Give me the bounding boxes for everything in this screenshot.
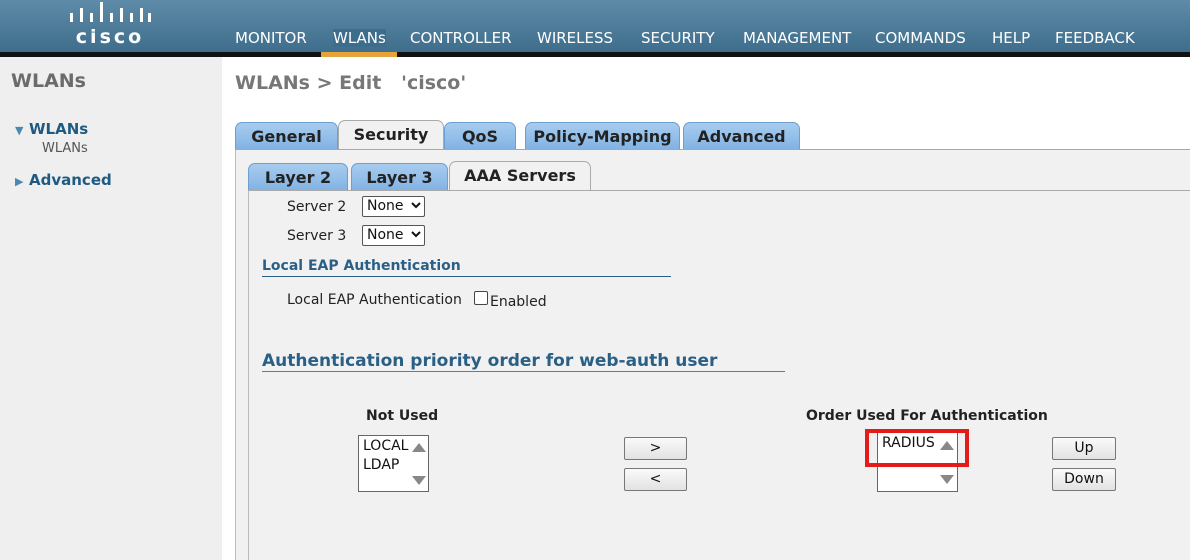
- not-used-listbox[interactable]: LOCAL LDAP: [358, 435, 429, 492]
- local-eap-rule: [262, 276, 671, 277]
- move-right-button[interactable]: >: [624, 437, 687, 460]
- not-used-option[interactable]: LOCAL: [363, 438, 408, 454]
- tab-qos[interactable]: QoS: [444, 122, 516, 151]
- cisco-logo-text: cisco: [75, 26, 145, 48]
- server3-select[interactable]: None: [362, 225, 425, 246]
- sidebar-item-wlans[interactable]: ▼ WLANs: [15, 120, 88, 138]
- collapsed-triangle-icon: ▶: [15, 175, 24, 188]
- scroll-up-icon[interactable]: [412, 443, 426, 452]
- nav-feedback[interactable]: FEEDBACK: [1055, 29, 1135, 47]
- local-eap-label: Local EAP Authentication: [287, 292, 462, 308]
- highlight-box: [865, 429, 969, 467]
- sidebar-item-advanced[interactable]: ▶ Advanced: [15, 171, 112, 189]
- sidebar-item-label: WLANs: [29, 120, 89, 138]
- cisco-logo: cisco: [64, 2, 156, 50]
- server3-value: None: [367, 227, 404, 243]
- nav-help[interactable]: HELP: [992, 29, 1030, 47]
- scroll-down-icon[interactable]: [940, 475, 954, 484]
- server2-select[interactable]: None: [362, 196, 425, 217]
- page-title: WLANs > Edit 'cisco': [235, 72, 467, 94]
- tab-security[interactable]: Security: [338, 120, 444, 151]
- cisco-bars-icon: [70, 2, 151, 22]
- tab-advanced[interactable]: Advanced: [683, 122, 800, 151]
- server2-value: None: [367, 198, 404, 214]
- sidebar-subitem-wlans[interactable]: WLANs: [42, 141, 88, 156]
- nav-management[interactable]: MANAGEMENT: [743, 29, 851, 47]
- local-eap-enabled-checkbox[interactable]: [474, 291, 488, 305]
- local-eap-enabled-label: Enabled: [490, 294, 547, 310]
- subtab-layer3[interactable]: Layer 3: [351, 163, 448, 192]
- sidebar-title: WLANs: [11, 70, 86, 92]
- chevron-down-icon: [411, 202, 421, 209]
- main-content: WLANs > Edit 'cisco' General Security Qo…: [222, 57, 1190, 560]
- local-eap-heading: Local EAP Authentication: [262, 258, 461, 274]
- scroll-down-icon[interactable]: [412, 476, 426, 485]
- nav-wireless[interactable]: WIRELESS: [537, 29, 613, 47]
- not-used-option[interactable]: LDAP: [363, 457, 399, 473]
- sidebar-item-label: Advanced: [29, 171, 112, 189]
- order-used-label: Order Used For Authentication: [806, 408, 1048, 424]
- chevron-down-icon: [411, 231, 421, 238]
- expanded-triangle-icon: ▼: [15, 124, 24, 137]
- nav-security[interactable]: SECURITY: [641, 29, 715, 47]
- security-tab-panel: Layer 2 Layer 3 AAA Servers Server 2 Non…: [235, 150, 1190, 560]
- subtab-layer2[interactable]: Layer 2: [248, 163, 348, 192]
- tab-general[interactable]: General: [235, 122, 338, 151]
- subtab-aaa-servers[interactable]: AAA Servers: [449, 161, 591, 192]
- tab-policy-mapping[interactable]: Policy-Mapping: [525, 122, 680, 151]
- nav-commands[interactable]: COMMANDS: [875, 29, 966, 47]
- nav-monitor[interactable]: MONITOR: [235, 29, 307, 47]
- nav-controller[interactable]: CONTROLLER: [410, 29, 512, 47]
- move-left-button[interactable]: <: [624, 468, 687, 491]
- auth-priority-heading: Authentication priority order for web-au…: [262, 351, 718, 371]
- top-header: cisco MONITOR WLANs CONTROLLER WIRELESS …: [0, 0, 1190, 52]
- aaa-servers-panel: Server 2 None Server 3 None Local EAP Au…: [248, 191, 1190, 560]
- not-used-label: Not Used: [366, 408, 439, 424]
- auth-priority-rule: [262, 371, 785, 372]
- up-button[interactable]: Up: [1052, 437, 1116, 460]
- server3-label: Server 3: [287, 228, 347, 244]
- down-button[interactable]: Down: [1052, 468, 1116, 491]
- server2-label: Server 2: [287, 199, 347, 215]
- nav-wlans[interactable]: WLANs: [333, 29, 386, 47]
- sidebar: WLANs ▼ WLANs WLANs ▶ Advanced: [0, 57, 222, 560]
